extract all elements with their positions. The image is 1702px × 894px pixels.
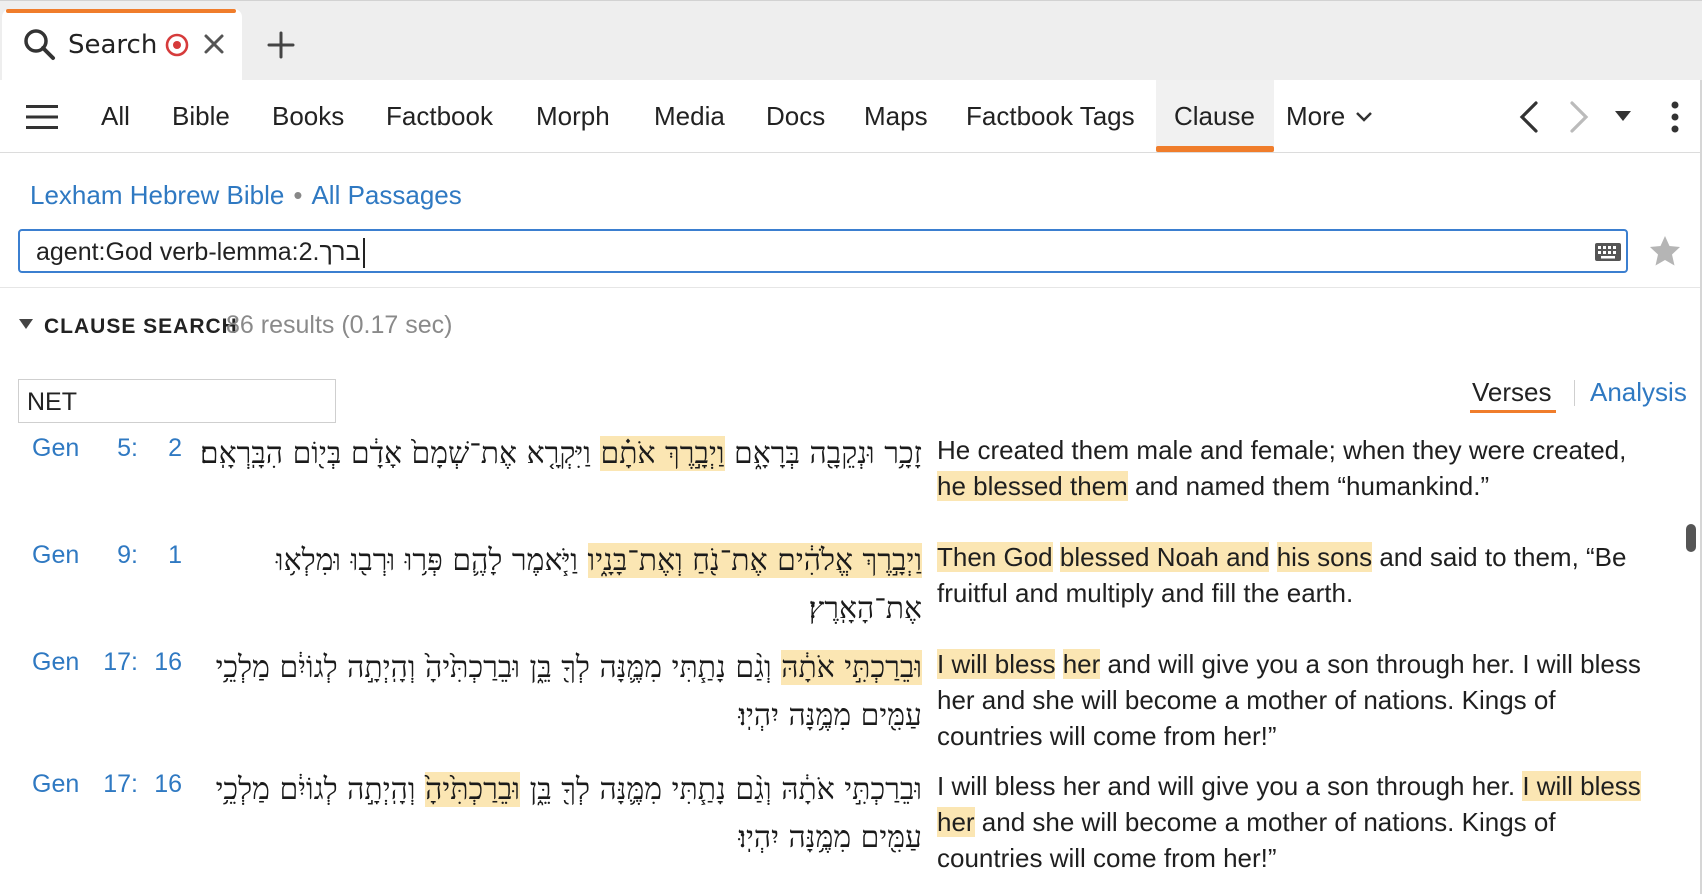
nav-item-books[interactable]: Books [272, 94, 344, 138]
menu-icon[interactable] [26, 104, 58, 130]
target-icon[interactable] [164, 32, 190, 58]
nav-item-factbook-tags[interactable]: Factbook Tags [966, 94, 1135, 138]
scrollbar-thumb[interactable] [1686, 524, 1696, 552]
ref-verse[interactable]: 2 [148, 430, 182, 466]
search-tab[interactable]: Search [2, 9, 242, 81]
nav-item-clause[interactable]: Clause [1174, 94, 1255, 138]
english-text: He created them male and female; when th… [937, 432, 1657, 504]
breadcrumb-separator: • [293, 180, 303, 210]
ref-chapter[interactable]: 5: [96, 430, 138, 466]
version-value: NET [27, 388, 77, 416]
verses-tab-indicator [1470, 410, 1556, 413]
ref-chapter[interactable]: 9: [96, 537, 138, 573]
nav-item-factbook[interactable]: Factbook [386, 94, 493, 138]
search-query-text[interactable]: agent:God verb-lemma:2.ברך [36, 235, 366, 269]
highlighted-match: he blessed them [937, 471, 1128, 501]
forward-arrow-icon[interactable] [1566, 100, 1592, 134]
active-tab-indicator [6, 9, 236, 13]
text-segment: I will bless her and will give you a son… [937, 771, 1523, 801]
close-icon[interactable] [202, 32, 226, 56]
highlighted-match: וַיְבָ֣רֶךְ אֹתָ֗ם [600, 436, 725, 471]
tab-strip: Search [0, 0, 1702, 81]
text-caret [363, 238, 366, 269]
text-segment [1053, 542, 1060, 572]
nav-item-all[interactable]: All [101, 94, 130, 138]
text-segment: וּבֵרַכְתִּ֣י אֹתָ֔הּ וְגַ֨ם נָתַ֧תִּי מ… [520, 772, 922, 807]
active-nav-indicator [1156, 146, 1274, 152]
history-dropdown-icon[interactable] [1614, 110, 1632, 122]
hebrew-text: וַיְבָ֣רֶךְ אֱלֹהִ֔ים אֶת־נֹ֖חַ וְאֶת־בָ… [192, 537, 922, 633]
search-input[interactable]: agent:God verb-lemma:2.ברך [18, 229, 1628, 273]
star-icon[interactable] [1648, 234, 1682, 268]
collapse-triangle-icon[interactable] [18, 318, 34, 330]
tab-analysis[interactable]: Analysis [1590, 374, 1687, 410]
view-separator [1574, 380, 1575, 406]
nav-item-maps[interactable]: Maps [864, 94, 928, 138]
breadcrumb: Lexham Hebrew Bible • All Passages [30, 178, 462, 212]
highlighted-match: blessed Noah and [1059, 542, 1270, 572]
section-title[interactable]: CLAUSE SEARCH [44, 312, 238, 342]
ref-chapter[interactable]: 17: [96, 644, 138, 680]
highlighted-match: וַיְבָ֣רֶךְ אֱלֹהִ֔ים אֶת־נֹ֖חַ וְאֶת־בָ… [587, 543, 922, 578]
highlighted-match: וּבֵרַכְתִּ֙יהָ֙ [425, 772, 521, 807]
hebrew-text: וּבֵרַכְתִּ֣י אֹתָ֔הּ וְגַ֨ם נָתַ֧תִּי מ… [192, 766, 922, 862]
highlighted-match: his sons [1276, 542, 1373, 572]
results-list: Gen 5: 2 זָכָ֥ר וּנְקֵבָ֖ה בְּרָאָ֑ם וַי… [0, 430, 1680, 894]
query-value: agent:God verb-lemma:2.ברך [36, 238, 361, 266]
result-count: 86 results (0.17 sec) [226, 311, 453, 339]
version-input[interactable]: NET [18, 379, 336, 423]
hebrew-text: וּבֵרַכְתִּ֣י אֹתָ֔הּ וְגַ֨ם נָתַ֧תִּי מ… [192, 644, 922, 740]
tab-verses[interactable]: Verses [1472, 374, 1552, 410]
english-text: I will bless her and will give you a son… [937, 646, 1657, 754]
chevron-down-icon[interactable] [1355, 110, 1373, 124]
text-segment: He created them male and female; when th… [937, 435, 1627, 465]
english-text: Then God blessed Noah and his sons and s… [937, 539, 1657, 611]
highlighted-match: וּבֵרַכְתִּ֣י אֹתָ֔הּ [781, 650, 922, 685]
hebrew-text: זָכָ֥ר וּנְקֵבָ֖ה בְּרָאָ֑ם וַיְבָ֣רֶךְ … [192, 430, 922, 478]
ref-verse[interactable]: 16 [148, 644, 182, 680]
nav-item-bible[interactable]: Bible [172, 94, 230, 138]
nav-item-media[interactable]: Media [654, 94, 725, 138]
ref-book[interactable]: Gen [32, 644, 79, 680]
text-segment: and named them “humankind.” [1127, 471, 1490, 501]
nav-item-morph[interactable]: Morph [536, 94, 610, 138]
tab-label: Search [68, 30, 158, 60]
ref-book[interactable]: Gen [32, 766, 79, 802]
ref-verse[interactable]: 1 [148, 537, 182, 573]
ref-verse[interactable]: 16 [148, 766, 182, 802]
keyboard-icon[interactable] [1594, 242, 1622, 262]
category-nav: All Bible Books Factbook Morph Media Doc… [0, 80, 1702, 153]
ref-book[interactable]: Gen [32, 430, 79, 466]
plus-icon[interactable] [266, 30, 296, 60]
highlighted-match: Then God [937, 542, 1053, 572]
nav-item-docs[interactable]: Docs [766, 94, 825, 138]
range-link[interactable]: All Passages [311, 180, 461, 210]
resource-link[interactable]: Lexham Hebrew Bible [30, 180, 284, 210]
section-divider [0, 287, 1702, 288]
text-segment: וַיִּקְרָ֤א אֶת־שְׁמָם֙ אָדָ֔ם בְּי֖וֹם … [199, 436, 601, 471]
ref-book[interactable]: Gen [32, 537, 79, 573]
english-text: I will bless her and will give you a son… [937, 768, 1657, 876]
more-options-icon[interactable] [1670, 100, 1680, 134]
search-icon [24, 29, 55, 60]
highlighted-match: her [1062, 649, 1101, 679]
text-segment [1055, 649, 1062, 679]
back-arrow-icon[interactable] [1516, 100, 1542, 134]
nav-item-more[interactable]: More [1286, 94, 1345, 138]
text-segment: and she will become a mother of nations.… [937, 807, 1556, 873]
highlighted-match: I will bless [937, 649, 1056, 679]
ref-chapter[interactable]: 17: [96, 766, 138, 802]
text-segment: זָכָ֥ר וּנְקֵבָ֖ה בְּרָאָ֑ם [724, 436, 922, 471]
text-segment [1269, 542, 1276, 572]
